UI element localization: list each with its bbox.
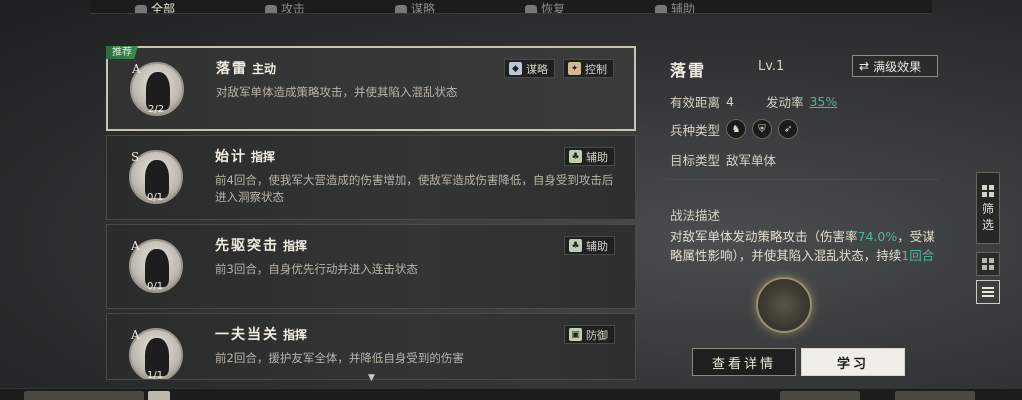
range-rate-row: 有效距离 4 发动率 35% [670,92,837,111]
bottom-button[interactable] [148,391,170,400]
tag-support: ♣ 辅助 [564,236,615,255]
range-label: 有效距离 [670,95,721,110]
count-label: 2/2 [148,104,165,115]
target-label: 目标类型 [670,153,721,168]
divider [666,179,938,180]
rate-label: 发动率 [765,95,804,110]
damage-rate: 74.0% [857,229,898,244]
view-details-button[interactable]: 查看详情 [692,348,796,376]
skill-name: 一夫当关 指挥 [215,327,308,343]
skill-card-shiji[interactable]: S 0/1 始计 指挥 前4回合，使我军大营造成的伤害增加，使敌军造成伤害降低，自… [106,135,636,220]
skill-tags: ◆ 谋略 ✦ 控制 [504,59,614,78]
learn-button[interactable]: 学习 [801,348,905,376]
count-label: 1/1 [147,370,164,380]
skill-kind: 指挥 [251,150,276,164]
skill-tags: ♣ 辅助 [564,236,615,255]
all-icon [134,5,147,13]
tab-support[interactable]: 辅助 [610,0,740,13]
bottom-bar [0,388,1022,400]
skill-description: 前4回合，使我军大营造成的伤害增加，使敌军造成伤害降低，自身受到攻击后进入洞察状… [215,173,614,204]
bottom-left-info [24,391,144,400]
skill-name: 始计 指挥 [215,149,276,165]
control-icon: ✦ [568,62,581,75]
sword-icon [264,5,277,13]
skill-card-luolei[interactable]: 推荐 A 2/2 落雷 主动 对敌军单体造成策略攻击，并使其陷入混乱状态 ◆ 谋略 … [106,46,636,131]
scroll-down-icon[interactable]: ▼ [368,373,375,383]
skill-detail-panel: 落雷 Lv.1 ⇄ 满级效果 有效距离 4 发动率 35% 兵种类型 ♞ ⛨ ➶ … [660,45,950,385]
skill-kind: 指挥 [283,328,308,342]
grade-label: S [131,150,140,164]
tag-strategy: ◆ 谋略 [504,59,555,78]
list-view-button[interactable] [976,280,1000,304]
target-value: 敌军单体 [726,153,777,168]
scroll-icon [394,5,407,13]
category-tab-bar: 全部 攻击 谋略 恢复 辅助 [90,0,932,14]
max-effect-button[interactable]: ⇄ 满级效果 [852,55,938,77]
skill-card-xianqu[interactable]: A 0/1 先驱突击 指挥 前3回合，自身优先行动并进入连击状态 ♣ 辅助 [106,224,636,309]
skill-name: 落雷 主动 [216,61,277,77]
skill-orb-icon [756,277,812,333]
swap-icon: ⇄ [859,59,870,73]
support-tag-icon: ♣ [569,239,582,252]
tag-support: ♣ 辅助 [564,147,615,166]
skill-tags: ▣ 防御 [564,325,615,344]
grade-label: A [132,62,141,76]
skill-description: 前3回合，自身优先行动并进入连击状态 [215,262,418,276]
bottom-right-item [895,391,975,400]
troop-label: 兵种类型 [670,122,721,138]
grade-label: A [131,239,140,253]
grade-label: A [131,328,140,342]
tag-defense: ▣ 防御 [564,325,615,344]
support-tag-icon: ♣ [569,150,582,163]
defense-icon: ▣ [569,328,582,341]
cavalry-icon: ♞ [726,119,747,139]
list-icon [982,287,994,297]
filter-icon [982,184,994,197]
description-body: 对敌军单体发动策略攻击（伤害率74.0%，受谋略属性影响），并使其陷入混乱状态，… [670,229,935,263]
tab-all[interactable]: 全部 [90,0,220,13]
recommended-badge: 推荐 [106,46,138,59]
skill-kind: 主动 [252,62,277,76]
target-type-row: 目标类型 敌军单体 [670,150,776,169]
detail-level: Lv.1 [758,59,785,74]
count-label: 0/1 [147,192,164,203]
skill-kind: 指挥 [283,239,308,253]
detail-skill-name: 落雷 [670,61,707,80]
bow-icon: ➶ [778,119,799,139]
skill-name: 先驱突击 指挥 [215,238,308,254]
skill-card-yifu[interactable]: A 1/1 一夫当关 指挥 前2回合，援护友军全体，并降低自身受到的伤害 ▣ 防御 [106,313,636,380]
tab-attack[interactable]: 攻击 [220,0,350,13]
grid-icon [982,258,994,270]
tag-control: ✦ 控制 [563,59,614,78]
bottom-right-item [780,391,860,400]
shield-icon: ⛨ [752,119,773,139]
strategy-icon: ◆ [509,62,522,75]
skill-description: 前2回合，援护友军全体，并降低自身受到的伤害 [215,351,464,365]
filter-button[interactable]: 筛 选 [976,172,1000,244]
troop-type-row: 兵种类型 ♞ ⛨ ➶ [670,119,799,139]
skill-description: 对敌军单体造成策略攻击，并使其陷入混乱状态 [216,85,458,99]
range-value: 4 [726,94,734,109]
description-title: 战法描述 [670,208,721,223]
heal-icon [524,5,537,13]
side-toolbar: 筛 选 [976,172,1000,304]
rate-value-link[interactable]: 35% [809,94,837,109]
tab-heal[interactable]: 恢复 [480,0,610,13]
tab-strategy[interactable]: 谋略 [350,0,480,13]
duration: 1回合 [901,248,935,263]
skill-tags: ♣ 辅助 [564,147,615,166]
support-icon [654,5,667,13]
grid-view-button[interactable] [976,252,1000,276]
count-label: 0/1 [147,281,164,292]
skill-list: 推荐 A 2/2 落雷 主动 对敌军单体造成策略攻击，并使其陷入混乱状态 ◆ 谋略 … [96,37,648,383]
